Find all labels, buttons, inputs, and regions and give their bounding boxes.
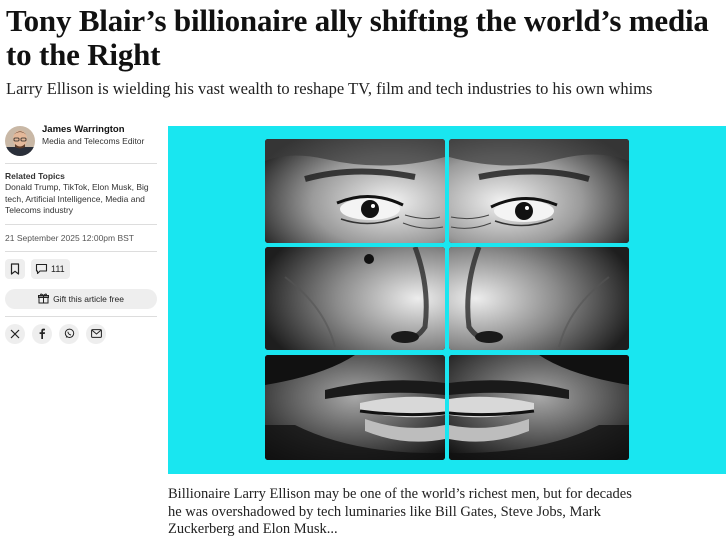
topic-link[interactable]: Donald Trump bbox=[5, 182, 58, 192]
portrait-panel-mouth-right bbox=[449, 355, 629, 460]
speech-bubble-icon bbox=[35, 263, 48, 274]
article-standfirst: Larry Ellison is wielding his vast wealt… bbox=[6, 79, 653, 98]
comments-count: 111 bbox=[51, 263, 65, 274]
gift-icon bbox=[38, 293, 50, 304]
gift-article-button[interactable]: Gift this article free bbox=[5, 288, 157, 309]
divider bbox=[5, 163, 157, 164]
portrait-panel-nose-right bbox=[449, 247, 629, 350]
bookmark-button[interactable] bbox=[5, 258, 25, 279]
whatsapp-icon bbox=[64, 328, 74, 338]
related-topics-list: Donald Trump, TikTok, Elon Musk, Big tec… bbox=[5, 182, 149, 215]
hero-image bbox=[168, 126, 726, 474]
comments-button[interactable]: 111 bbox=[31, 258, 70, 279]
article-headline: Tony Blair’s billionaire ally shifting t… bbox=[6, 3, 709, 72]
share-email-button[interactable] bbox=[86, 323, 106, 344]
topic-link[interactable]: TikTok bbox=[63, 182, 87, 192]
publish-timestamp: 21 September 2025 12:00pm BST bbox=[5, 232, 134, 243]
share-facebook-button[interactable] bbox=[32, 323, 52, 344]
share-whatsapp-button[interactable] bbox=[59, 323, 79, 344]
author-name[interactable]: James Warrington bbox=[42, 124, 144, 136]
author-role: Media and Telecoms Editor bbox=[42, 136, 145, 146]
facebook-icon bbox=[39, 328, 45, 339]
bookmark-icon bbox=[10, 262, 20, 275]
portrait-panel-eye-right bbox=[449, 139, 629, 243]
topic-link[interactable]: Artificial Intelligence bbox=[25, 194, 100, 204]
portrait-panel-eye-left bbox=[265, 139, 445, 243]
portrait-panel-nose-left bbox=[265, 247, 445, 350]
article-sidebar: James Warrington Media and Telecoms Edit… bbox=[5, 124, 157, 344]
email-icon bbox=[90, 329, 102, 338]
gift-article-label: Gift this article free bbox=[53, 293, 124, 304]
share-buttons bbox=[5, 323, 157, 344]
divider bbox=[5, 250, 157, 252]
author-byline: James Warrington Media and Telecoms Edit… bbox=[5, 124, 157, 156]
article-actions: 111 bbox=[5, 258, 157, 279]
related-topics-label: Related Topics bbox=[5, 171, 65, 181]
author-avatar[interactable] bbox=[5, 126, 35, 156]
share-x-button[interactable] bbox=[5, 323, 25, 344]
x-icon bbox=[10, 329, 20, 338]
divider bbox=[5, 315, 157, 317]
divider bbox=[5, 223, 157, 225]
article-body-excerpt: Billionaire Larry Ellison may be one of … bbox=[168, 486, 632, 537]
portrait-panel-mouth-left bbox=[265, 355, 445, 460]
topic-link[interactable]: Elon Musk bbox=[92, 182, 132, 192]
